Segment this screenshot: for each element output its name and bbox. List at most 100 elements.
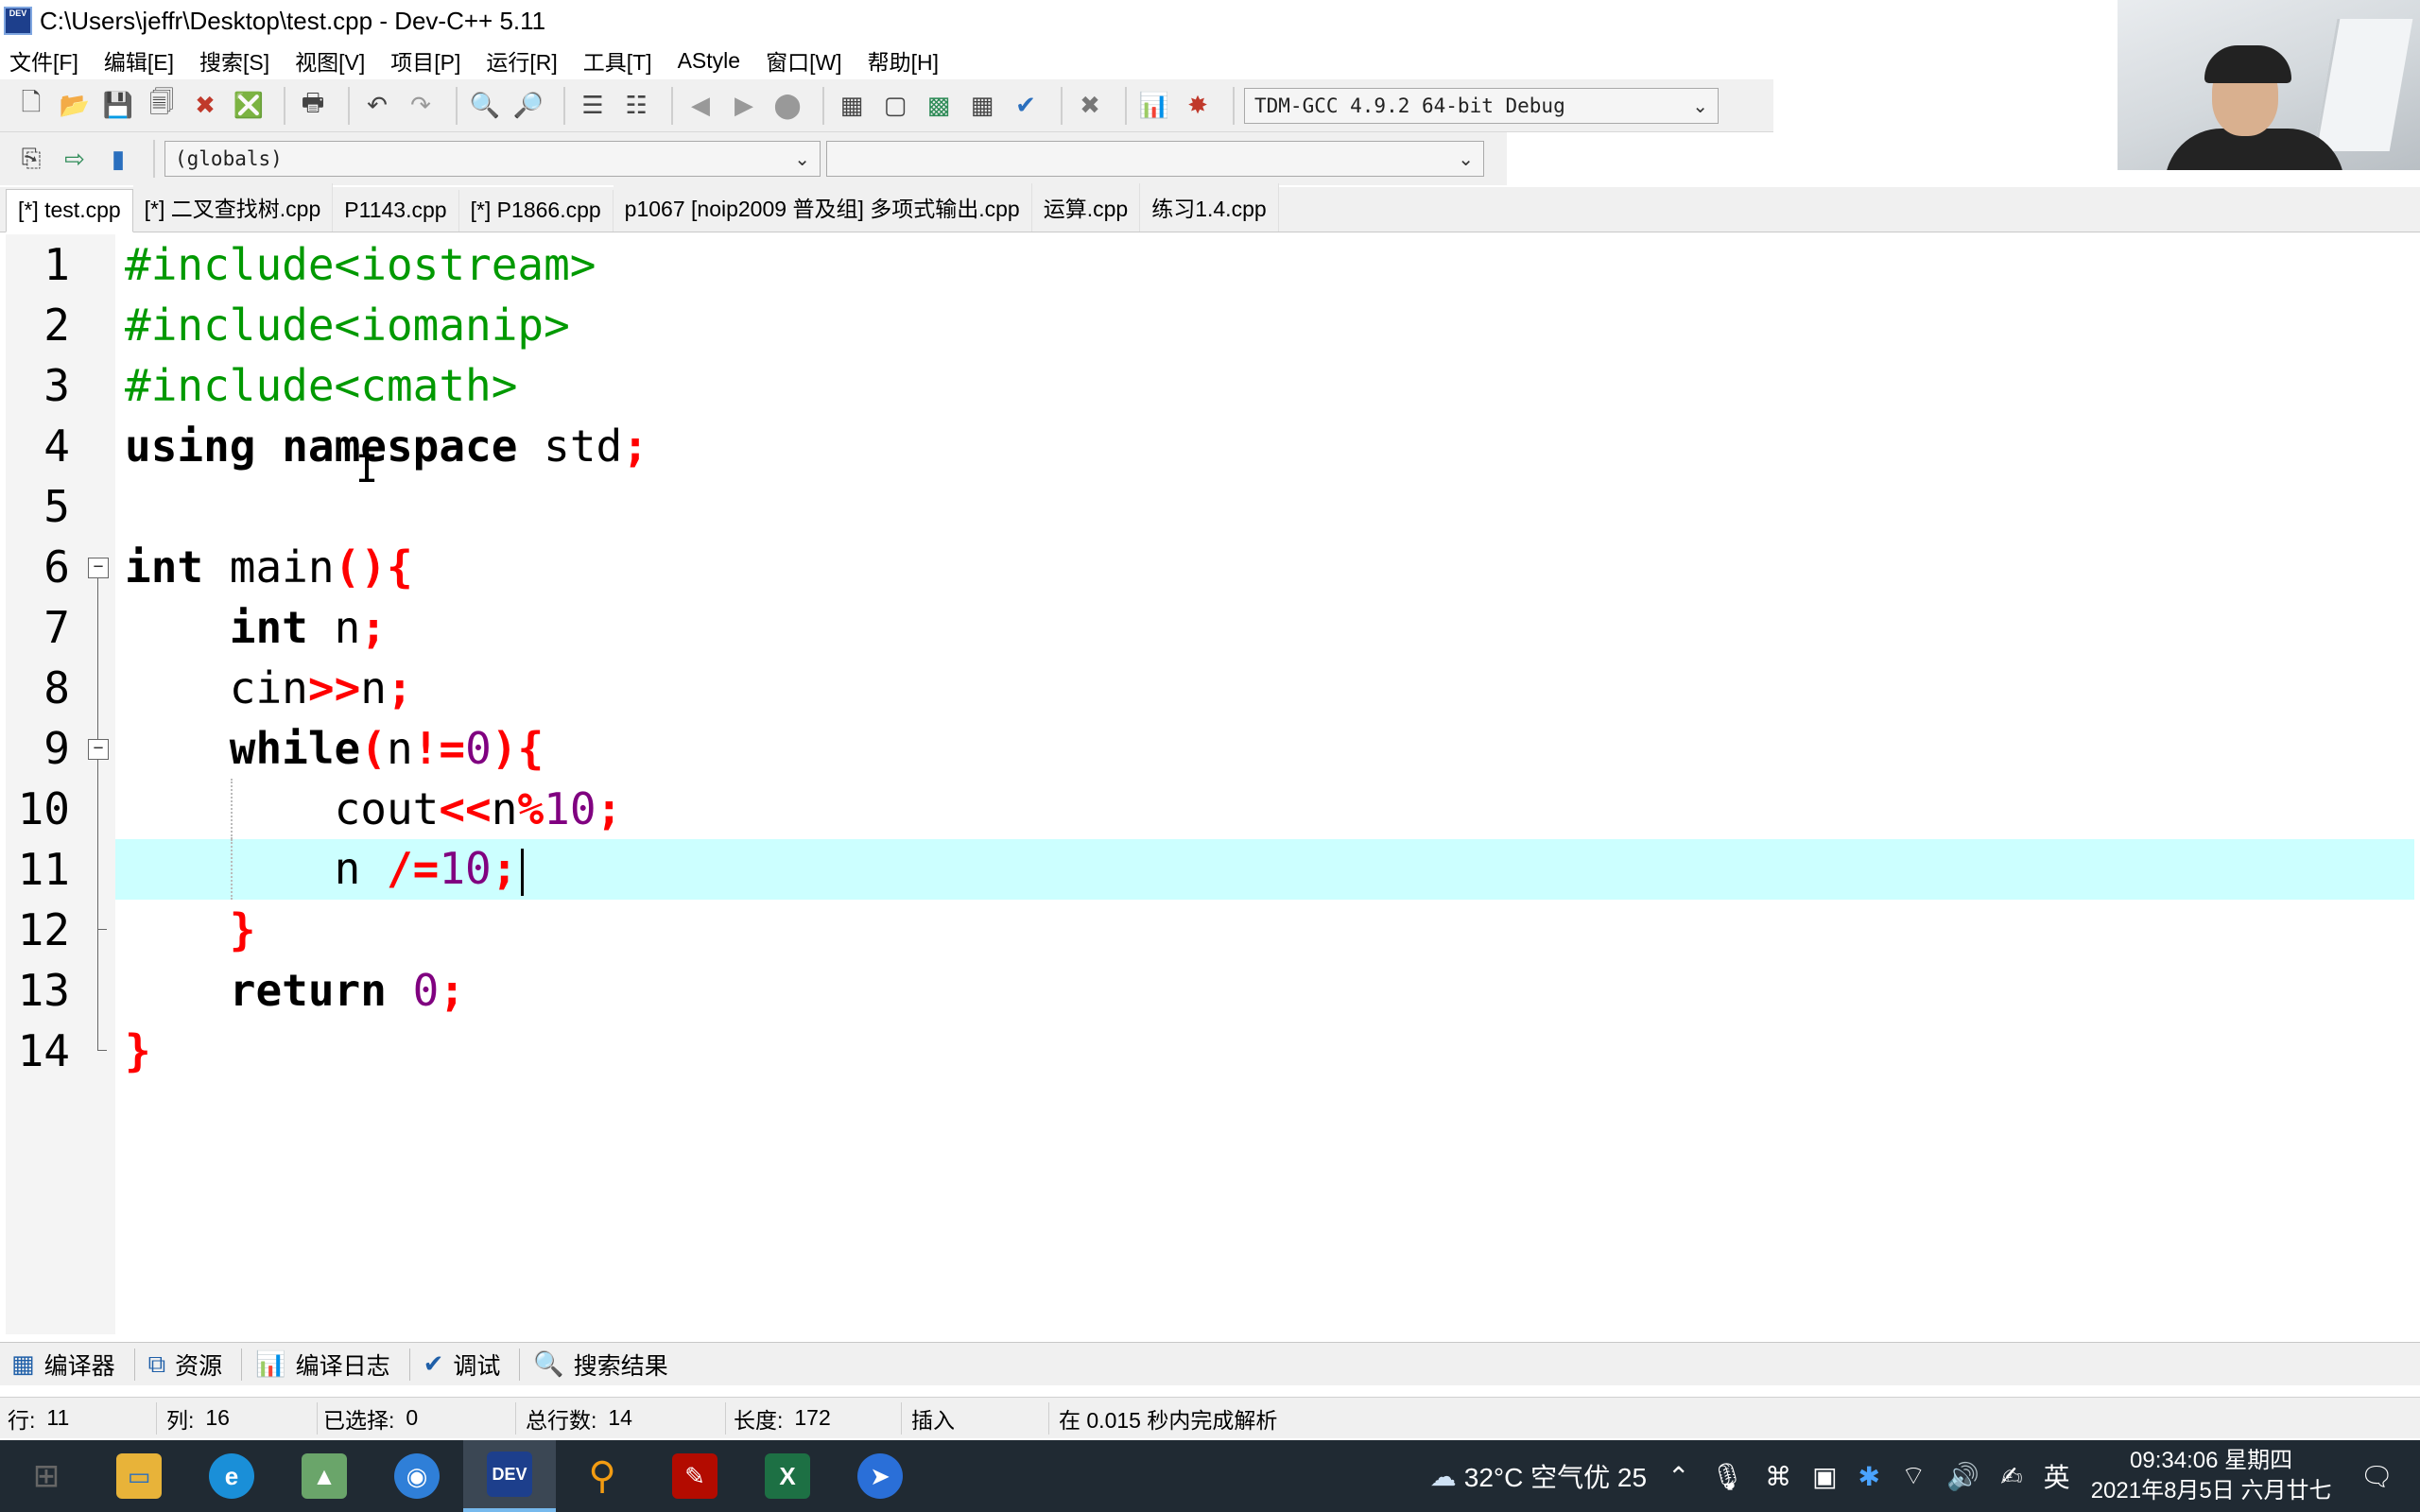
- back-icon[interactable]: ◀: [683, 88, 718, 124]
- goto-icon[interactable]: ⇨: [57, 141, 93, 177]
- menu-tools[interactable]: 工具[T]: [583, 44, 652, 77]
- new-file-icon[interactable]: 🗋: [13, 88, 49, 124]
- redo-icon[interactable]: ↷: [403, 88, 439, 124]
- status-row: 行: 11: [0, 1401, 157, 1435]
- volume-icon[interactable]: 🔊: [1946, 1461, 1979, 1492]
- status-bar: 行: 11 列: 16 已选择: 0 总行数: 14 长度: 172 插入 在 0.015…: [0, 1397, 2420, 1438]
- indent-icon[interactable]: ☰: [575, 88, 611, 124]
- fold-minus-icon[interactable]: −: [88, 558, 109, 578]
- code-text: #include<cmath>: [125, 360, 518, 411]
- search-icon: 🔍: [533, 1349, 564, 1378]
- rebuild-icon[interactable]: ▦: [964, 88, 1000, 124]
- tab-debug[interactable]: ✔ 调试: [424, 1348, 501, 1382]
- bookmark-icon[interactable]: ⬤: [769, 88, 805, 124]
- taskbar-clock[interactable]: 09:34:06 星期四 2021年8月5日 六月廿七: [2091, 1446, 2332, 1506]
- close-all-icon[interactable]: ❎: [231, 88, 267, 124]
- taskbar-edge[interactable]: e: [185, 1440, 278, 1512]
- compile-icon[interactable]: ▦: [834, 88, 870, 124]
- tab-p1866-cpp[interactable]: [*] P1866.cpp: [458, 190, 614, 232]
- status-value: 11: [46, 1405, 70, 1430]
- excel-icon: X: [765, 1453, 810, 1499]
- fold-minus-icon[interactable]: −: [88, 739, 109, 760]
- tab-search-results[interactable]: 🔍 搜索结果: [533, 1348, 667, 1382]
- print-icon[interactable]: 🖶: [295, 88, 331, 124]
- taskbar-file-explorer[interactable]: ▭: [93, 1440, 185, 1512]
- unindent-icon[interactable]: ☷: [618, 88, 654, 124]
- grid-app-icon[interactable]: ⌘: [1765, 1461, 1791, 1492]
- delete-profile-icon[interactable]: ✸: [1180, 88, 1216, 124]
- wifi-icon[interactable]: ⌔: [1901, 1460, 1926, 1493]
- member-select[interactable]: ⌄: [826, 141, 1484, 177]
- menu-file[interactable]: 文件[F]: [9, 44, 78, 77]
- scope-select[interactable]: (globals) ⌄: [164, 141, 821, 177]
- save-all-icon[interactable]: 🗐: [144, 88, 180, 124]
- menu-search[interactable]: 搜索[S]: [199, 44, 269, 77]
- tab-label: 调试: [453, 1352, 501, 1380]
- keyword: namespace: [282, 421, 518, 472]
- tab-compile-log[interactable]: 📊 编译日志: [255, 1348, 389, 1382]
- menu-astyle[interactable]: AStyle: [678, 48, 740, 74]
- tab-test-cpp[interactable]: [*] test.cpp: [6, 189, 133, 232]
- taskbar-search-app[interactable]: ⚲: [556, 1440, 648, 1512]
- symbol: ;: [596, 783, 623, 834]
- line-number: 6: [43, 541, 70, 593]
- tab-bst-cpp[interactable]: [*] 二叉查找树.cpp: [132, 183, 334, 232]
- close-file-icon[interactable]: ✖: [187, 88, 223, 124]
- insert-icon[interactable]: ⎘: [13, 141, 49, 177]
- find-icon[interactable]: 🔍: [467, 88, 503, 124]
- weather-widget[interactable]: ☁ 32°C 空气优 25: [1430, 1457, 1647, 1495]
- menu-view[interactable]: 视图[V]: [295, 44, 365, 77]
- microphone-icon[interactable]: 🎙: [1711, 1461, 1745, 1492]
- taskbar-devcpp[interactable]: DEV: [463, 1440, 556, 1512]
- menu-project[interactable]: 项目[P]: [390, 44, 460, 77]
- replace-icon[interactable]: 🔎: [510, 88, 546, 124]
- status-value: 0: [406, 1405, 419, 1430]
- menu-run[interactable]: 运行[R]: [486, 44, 557, 77]
- menu-edit[interactable]: 编辑[E]: [104, 44, 174, 77]
- compiler-select[interactable]: TDM-GCC 4.9.2 64-bit Debug ⌄: [1244, 87, 1719, 124]
- pdf-icon: ✎: [672, 1453, 717, 1499]
- menu-window[interactable]: 窗口[W]: [766, 44, 842, 77]
- ime-indicator[interactable]: 英: [2044, 1457, 2070, 1495]
- pen-icon[interactable]: ✍: [2000, 1461, 2022, 1492]
- check-syntax-icon[interactable]: ✔: [1008, 88, 1044, 124]
- weather-text: 32°C 空气优 25: [1463, 1463, 1648, 1492]
- symbol: ){: [491, 723, 544, 774]
- menu-help[interactable]: 帮助[H]: [868, 44, 939, 77]
- taskbar-excel[interactable]: X: [741, 1440, 834, 1512]
- taskbar-browser[interactable]: ◉: [371, 1440, 463, 1512]
- chevron-up-icon[interactable]: ⌃: [1668, 1461, 1689, 1492]
- open-file-icon[interactable]: 📂: [57, 88, 93, 124]
- tab-resources[interactable]: ⧉ 资源: [148, 1348, 223, 1382]
- compile-run-icon[interactable]: ▩: [921, 88, 957, 124]
- tab-compiler[interactable]: ▦ 编译器: [11, 1348, 115, 1382]
- tab-yunsuan-cpp[interactable]: 运算.cpp: [1031, 183, 1141, 232]
- code-line: 12 }: [6, 900, 2414, 960]
- chevron-down-icon: ⌄: [794, 147, 810, 170]
- edge-icon: e: [209, 1453, 254, 1499]
- tab-p1067-cpp[interactable]: p1067 [noip2009 普及组] 多项式输出.cpp: [613, 183, 1032, 232]
- tab-p1143-cpp[interactable]: P1143.cpp: [333, 190, 459, 232]
- code-editor[interactable]: 1 #include<iostream> 2 #include<iomanip>…: [6, 234, 2414, 1334]
- toggle-bookmark-icon[interactable]: ▮: [100, 141, 136, 177]
- tab-lianxi-cpp[interactable]: 练习1.4.cpp: [1140, 183, 1279, 232]
- taskbar-app-3[interactable]: ▲: [278, 1440, 371, 1512]
- chevron-down-icon: ⌄: [1458, 147, 1474, 170]
- save-icon[interactable]: 💾: [100, 88, 136, 124]
- taskbar-app-10[interactable]: ➤: [834, 1440, 926, 1512]
- forward-icon[interactable]: ▶: [726, 88, 762, 124]
- symbol: /=: [386, 843, 440, 895]
- undo-icon[interactable]: ↶: [359, 88, 395, 124]
- line-number: 7: [43, 602, 70, 653]
- stop-icon[interactable]: ✖: [1072, 88, 1108, 124]
- current-code-line: 11 n /=10;: [6, 839, 2414, 900]
- bluetooth-icon[interactable]: ✱: [1858, 1461, 1880, 1492]
- start-button[interactable]: ⊞: [0, 1440, 93, 1512]
- notification-icon[interactable]: 🗨: [2360, 1461, 2394, 1492]
- identifier: main: [229, 541, 335, 593]
- status-label: 列:: [166, 1407, 195, 1433]
- screen-icon[interactable]: ▣: [1812, 1461, 1837, 1492]
- profile-icon[interactable]: 📊: [1136, 88, 1172, 124]
- taskbar-acrobat[interactable]: ✎: [648, 1440, 741, 1512]
- run-icon[interactable]: ▢: [877, 88, 913, 124]
